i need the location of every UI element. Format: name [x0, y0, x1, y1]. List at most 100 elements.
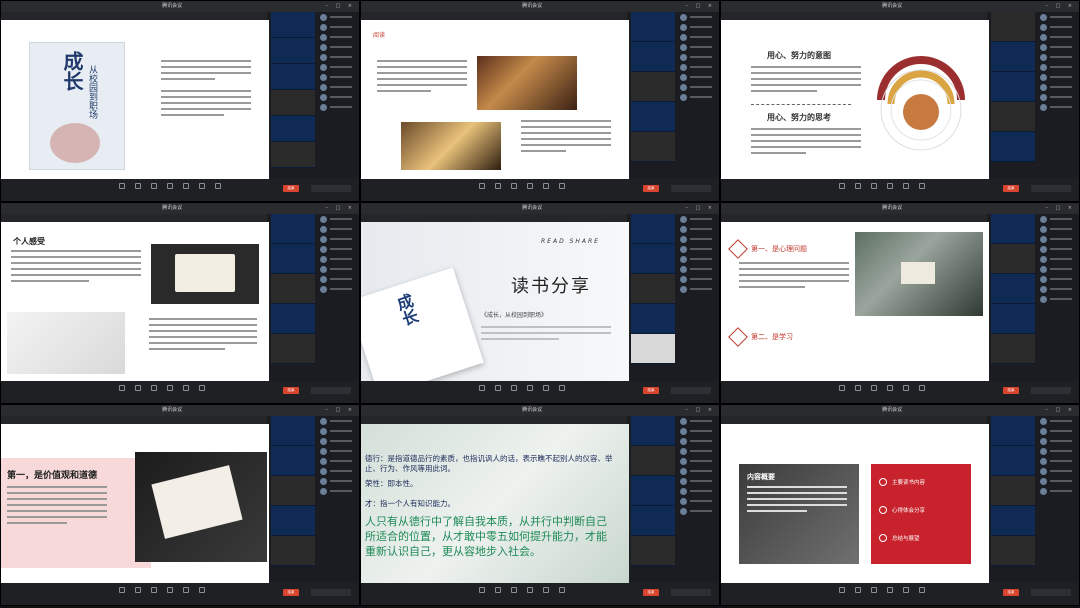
- video-tile[interactable]: [631, 244, 675, 274]
- participant-item[interactable]: [1037, 456, 1079, 466]
- participant-item[interactable]: [1037, 284, 1079, 294]
- end-meeting-button[interactable]: 结束: [283, 387, 299, 394]
- participant-item[interactable]: [1037, 466, 1079, 476]
- participant-item[interactable]: [1037, 42, 1079, 52]
- participant-item[interactable]: [317, 72, 359, 82]
- participant-item[interactable]: [677, 506, 719, 516]
- participant-item[interactable]: [317, 466, 359, 476]
- participant-item[interactable]: [677, 62, 719, 72]
- chat-icon[interactable]: [543, 587, 549, 593]
- end-meeting-button[interactable]: 结束: [1003, 589, 1019, 596]
- video-tile[interactable]: [991, 244, 1035, 274]
- video-tile[interactable]: [631, 102, 675, 132]
- side-toolbar[interactable]: [671, 387, 711, 394]
- share-icon[interactable]: [151, 183, 157, 189]
- window-controls[interactable]: – □ ×: [1045, 203, 1075, 214]
- participant-item[interactable]: [317, 62, 359, 72]
- participant-item[interactable]: [677, 92, 719, 102]
- video-tile[interactable]: [991, 476, 1035, 506]
- participant-item[interactable]: [317, 22, 359, 32]
- participant-item[interactable]: [1037, 82, 1079, 92]
- camera-icon[interactable]: [135, 385, 141, 391]
- video-tile[interactable]: [271, 214, 315, 244]
- window-controls[interactable]: – □ ×: [325, 1, 355, 12]
- side-toolbar[interactable]: [1031, 185, 1071, 192]
- share-icon[interactable]: [871, 183, 877, 189]
- window-controls[interactable]: – □ ×: [325, 405, 355, 416]
- participants-icon[interactable]: [167, 385, 173, 391]
- contents-item[interactable]: 总结与展望: [879, 534, 920, 542]
- video-tile[interactable]: [271, 274, 315, 304]
- participant-item[interactable]: [317, 436, 359, 446]
- window-controls[interactable]: – □ ×: [685, 203, 715, 214]
- video-tile[interactable]: [271, 64, 315, 90]
- participant-item[interactable]: [317, 446, 359, 456]
- video-tile[interactable]: [631, 476, 675, 506]
- participant-item[interactable]: [317, 284, 359, 294]
- video-tile[interactable]: [631, 12, 675, 42]
- share-icon[interactable]: [871, 385, 877, 391]
- participant-item[interactable]: [1037, 92, 1079, 102]
- camera-icon[interactable]: [495, 587, 501, 593]
- chat-icon[interactable]: [183, 587, 189, 593]
- participant-item[interactable]: [677, 244, 719, 254]
- video-tile[interactable]: [271, 304, 315, 334]
- record-icon[interactable]: [919, 587, 925, 593]
- record-icon[interactable]: [199, 587, 205, 593]
- chat-icon[interactable]: [903, 385, 909, 391]
- participant-item[interactable]: [677, 496, 719, 506]
- participant-item[interactable]: [677, 52, 719, 62]
- record-icon[interactable]: [559, 385, 565, 391]
- participant-item[interactable]: [677, 82, 719, 92]
- record-icon[interactable]: [559, 183, 565, 189]
- share-icon[interactable]: [151, 587, 157, 593]
- participant-item[interactable]: [677, 274, 719, 284]
- participant-item[interactable]: [1037, 254, 1079, 264]
- video-tile[interactable]: [271, 446, 315, 476]
- participant-item[interactable]: [317, 426, 359, 436]
- camera-icon[interactable]: [855, 587, 861, 593]
- window-controls[interactable]: – □ ×: [1045, 1, 1075, 12]
- share-icon[interactable]: [511, 183, 517, 189]
- record-icon[interactable]: [199, 385, 205, 391]
- participant-item[interactable]: [317, 102, 359, 112]
- video-tile[interactable]: [631, 274, 675, 304]
- video-tile[interactable]: [631, 536, 675, 566]
- record-icon[interactable]: [919, 183, 925, 189]
- camera-icon[interactable]: [135, 183, 141, 189]
- end-meeting-button[interactable]: 结束: [1003, 387, 1019, 394]
- video-tile[interactable]: [271, 536, 315, 566]
- video-tile[interactable]: [271, 142, 315, 168]
- participant-item[interactable]: [1037, 486, 1079, 496]
- participants-icon[interactable]: [887, 183, 893, 189]
- participant-item[interactable]: [1037, 62, 1079, 72]
- participant-item[interactable]: [677, 456, 719, 466]
- video-tile[interactable]: [271, 334, 315, 364]
- participant-item[interactable]: [317, 92, 359, 102]
- participant-item[interactable]: [317, 476, 359, 486]
- mic-icon[interactable]: [479, 587, 485, 593]
- participants-icon[interactable]: [167, 587, 173, 593]
- video-tile[interactable]: [991, 446, 1035, 476]
- participant-item[interactable]: [677, 42, 719, 52]
- participant-item[interactable]: [677, 254, 719, 264]
- video-tile[interactable]: [271, 476, 315, 506]
- video-tile[interactable]: [271, 90, 315, 116]
- video-tile[interactable]: [991, 12, 1035, 42]
- side-toolbar[interactable]: [311, 185, 351, 192]
- participant-item[interactable]: [1037, 32, 1079, 42]
- participant-item[interactable]: [1037, 234, 1079, 244]
- chat-icon[interactable]: [903, 183, 909, 189]
- video-tile[interactable]: [271, 38, 315, 64]
- participant-item[interactable]: [677, 426, 719, 436]
- camera-icon[interactable]: [495, 183, 501, 189]
- participant-item[interactable]: [1037, 12, 1079, 22]
- chat-icon[interactable]: [183, 385, 189, 391]
- participant-item[interactable]: [1037, 224, 1079, 234]
- chat-icon[interactable]: [543, 183, 549, 189]
- record-icon[interactable]: [559, 587, 565, 593]
- video-tile[interactable]: [631, 446, 675, 476]
- participant-item[interactable]: [317, 42, 359, 52]
- video-tile[interactable]: [631, 132, 675, 162]
- window-controls[interactable]: – □ ×: [685, 405, 715, 416]
